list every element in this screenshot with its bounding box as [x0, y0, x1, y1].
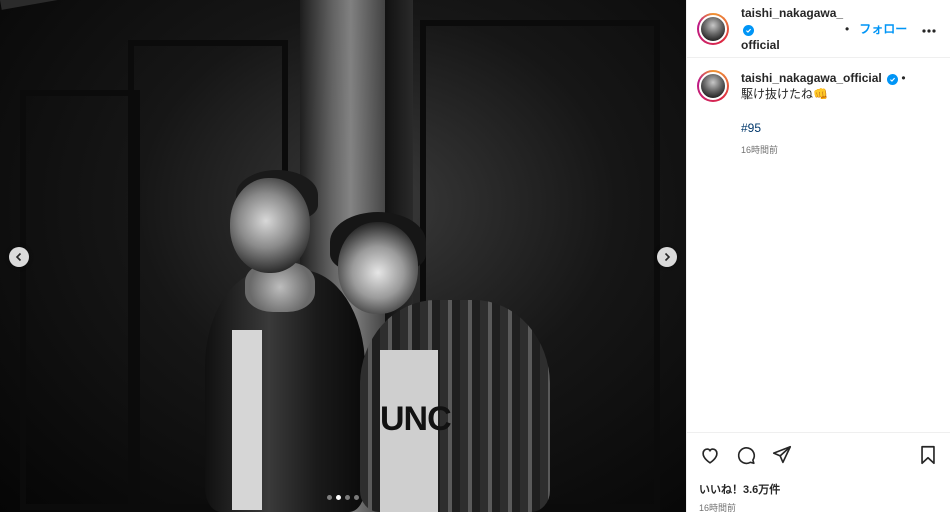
carousel-indicator [0, 495, 686, 500]
carousel-dot [327, 495, 332, 500]
photo-shirt-text: UNC [380, 400, 452, 438]
photo-face-left [230, 178, 310, 273]
photo-face-right [338, 222, 418, 314]
avatar-image [699, 72, 727, 100]
like-button[interactable] [699, 444, 721, 466]
share-icon [772, 445, 792, 464]
photo-beam [0, 0, 317, 10]
more-options-button[interactable] [922, 20, 936, 38]
photo-shirt [232, 330, 262, 510]
avatar[interactable] [697, 12, 729, 45]
header-separator: • [845, 21, 850, 36]
post-header: taishi_nakagawa_ official • フォロー [687, 0, 950, 58]
hashtag-link[interactable]: #95 [741, 120, 906, 136]
action-bar [699, 441, 939, 469]
photo-window-frame [20, 90, 140, 510]
chevron-right-icon [664, 252, 671, 262]
carousel-dot [336, 495, 341, 500]
header-username-line2: official [741, 37, 780, 52]
verified-badge-icon [743, 24, 754, 36]
carousel-dot [345, 495, 350, 500]
save-button[interactable] [917, 444, 939, 466]
heart-icon [702, 448, 718, 464]
avatar-image [699, 14, 727, 43]
bookmark-icon [921, 445, 935, 465]
photo: UNC [0, 0, 686, 512]
likes-count[interactable]: いいね！3.6万件 [699, 481, 939, 497]
post-caption: taishi_nakagawa_official • 駆け抜けたね👊 #95 1… [687, 58, 950, 170]
chevron-left-icon [15, 252, 22, 262]
next-slide-button[interactable] [657, 247, 677, 267]
post-panel: taishi_nakagawa_ official • フォロー taishi_… [686, 0, 950, 512]
previous-slide-button[interactable] [9, 247, 29, 267]
caption-body: taishi_nakagawa_official • 駆け抜けたね👊 #95 1… [741, 70, 906, 158]
follow-button[interactable]: フォロー [859, 20, 907, 37]
caption-timestamp: 16時間前 [741, 145, 779, 155]
avatar[interactable] [697, 70, 729, 102]
more-icon [922, 29, 936, 33]
post-media[interactable]: UNC [0, 0, 686, 512]
verified-badge-icon [887, 74, 899, 85]
caption-username[interactable]: taishi_nakagawa_official [741, 71, 882, 85]
post-actions: いいね！3.6万件 16時間前 [687, 432, 950, 512]
caption-text: 駆け抜けたね👊 [741, 87, 828, 101]
share-button[interactable] [771, 444, 793, 466]
carousel-dot [354, 495, 359, 500]
header-username-line1: taishi_nakagawa_ [741, 5, 844, 20]
comment-icon [737, 447, 756, 465]
comment-button[interactable] [735, 444, 757, 466]
header-username[interactable]: taishi_nakagawa_ official [741, 5, 844, 53]
post-timestamp: 16時間前 [699, 503, 737, 512]
caption-separator: • [901, 71, 906, 85]
